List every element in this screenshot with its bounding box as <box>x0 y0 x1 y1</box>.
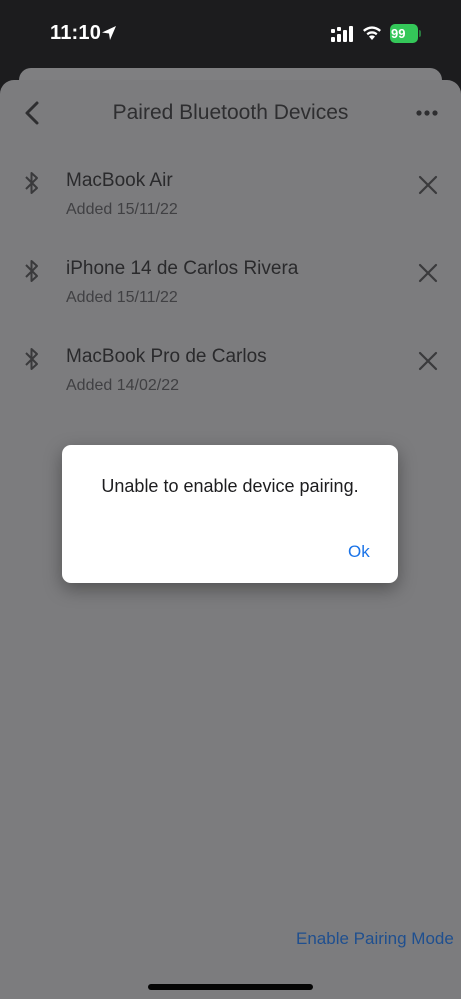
device-added-date: Added 14/02/22 <box>66 377 179 394</box>
enable-pairing-mode-button[interactable]: Enable Pairing Mode <box>296 929 454 949</box>
device-row[interactable]: MacBook Air Added 15/11/22 <box>0 165 461 235</box>
status-time: 11:10 <box>50 22 102 44</box>
location-arrow-icon <box>102 26 116 40</box>
close-icon[interactable] <box>414 347 442 375</box>
device-name: iPhone 14 de Carlos Rivera <box>66 258 299 279</box>
ok-button[interactable]: Ok <box>348 542 370 562</box>
bluetooth-icon <box>25 260 38 282</box>
device-row[interactable]: iPhone 14 de Carlos Rivera Added 15/11/2… <box>0 253 461 323</box>
status-bar: 11:10 99 <box>0 0 461 70</box>
device-added-date: Added 15/11/22 <box>66 201 178 218</box>
error-dialog: Unable to enable device pairing. Ok <box>62 445 398 583</box>
wifi-icon <box>363 26 381 40</box>
battery-percent: 99 <box>391 26 406 41</box>
device-name: MacBook Pro de Carlos <box>66 346 267 367</box>
home-indicator[interactable] <box>148 984 313 990</box>
dialog-message: Unable to enable device pairing. <box>101 476 359 496</box>
page-title: Paired Bluetooth Devices <box>112 101 349 124</box>
header: Paired Bluetooth Devices <box>0 80 461 146</box>
close-icon[interactable] <box>414 171 442 199</box>
battery-icon: 99 <box>390 24 421 43</box>
device-name: MacBook Air <box>66 170 173 191</box>
bluetooth-icon <box>25 172 38 194</box>
bluetooth-icon <box>25 348 38 370</box>
close-icon[interactable] <box>414 259 442 287</box>
signal-icon <box>331 26 353 42</box>
more-horizontal-icon[interactable] <box>412 104 442 122</box>
device-added-date: Added 15/11/22 <box>66 289 178 306</box>
device-row[interactable]: MacBook Pro de Carlos Added 14/02/22 <box>0 341 461 411</box>
